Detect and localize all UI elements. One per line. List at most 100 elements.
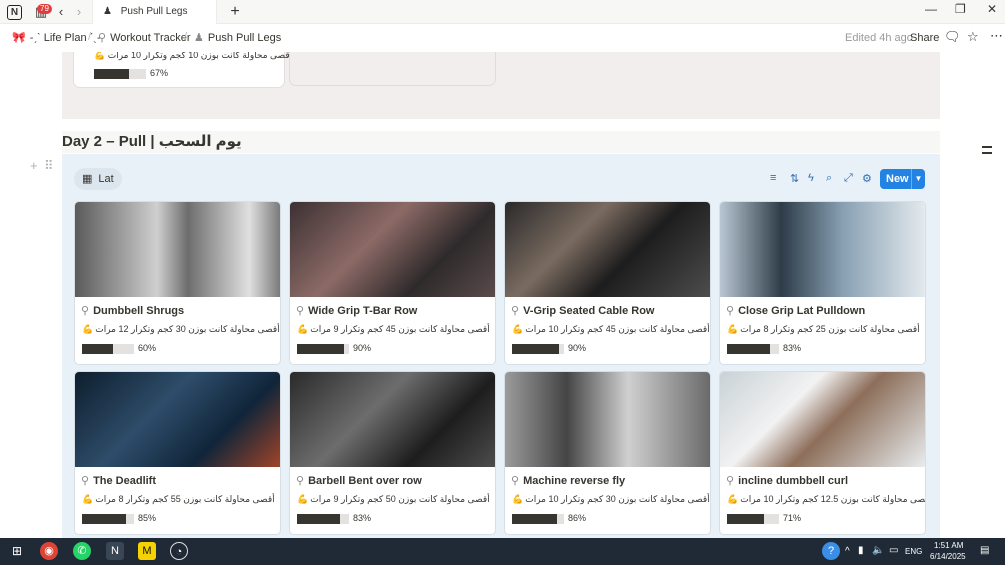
flexed-biceps-icon: 💪 [297,324,309,334]
exercise-card[interactable]: ⚲ Wide Grip T-Bar Row 💪 أقصى محاولة كانت بو… [290,202,495,364]
breadcrumb-item-workout-tracker[interactable]: ⚲ Workout Tracker [98,31,191,44]
exercise-card[interactable]: ⚲ Machine reverse fly 💪 أقصى محاولة كانت بو… [505,372,710,534]
progress-track [297,344,349,354]
clock-time[interactable]: 1:51 AM [934,541,963,550]
view-tab-label: Lat [98,173,114,185]
progress-track [297,514,349,524]
progress-bar: 71% [727,513,925,525]
add-block-icon[interactable]: + [30,158,38,173]
new-tab-button[interactable]: + [226,3,244,21]
exercise-card[interactable]: 💪 أقصى محاولة كانت بوزن 10 كجم وتكرار 10… [74,52,292,87]
progress-fill [727,514,764,524]
view-tab-lat[interactable]: ▦ Lat [74,168,122,190]
language-indicator[interactable]: ENG [905,547,922,556]
progress-bar: 60% [82,343,280,355]
exercise-cover-image [505,202,710,297]
help-icon[interactable]: ? [822,542,840,560]
exercise-card[interactable]: ⚲ V-Grip Seated Cable Row 💪 أقصى محاولة كان… [505,202,710,364]
card-note-text: أقصى محاولة كانت بوزن 30 كجم وتكرار 12 م… [95,324,280,334]
exercise-cover-image [290,372,495,467]
miro-icon[interactable]: M [138,542,156,560]
progress-fill [512,344,559,354]
chevron-down-icon[interactable]: ▼ [911,169,925,189]
whatsapp-icon[interactable]: ✆ [73,542,91,560]
progress-track [82,344,134,354]
toc-marker[interactable] [982,146,992,148]
card-title-text: V-Grip Seated Cable Row [523,305,655,317]
card-title-text: Barbell Bent over row [308,475,422,487]
windows-start-icon[interactable]: ⊞ [8,542,26,560]
exercise-card[interactable]: ⚲ Close Grip Lat Pulldown 💪 أقصى محاولة كان… [720,202,925,364]
progress-label: 71% [783,513,802,523]
progress-label: 90% [568,343,587,353]
microphone-icon[interactable]: ▮ [858,545,864,556]
exercise-cover-image [505,372,710,467]
progress-track [512,344,564,354]
expand-icon[interactable]: ⤢ [844,172,853,185]
breadcrumb-separator: / [88,31,92,43]
automation-icon[interactable]: ϟ [808,172,814,184]
settings-icon[interactable]: ⚙ [862,172,872,185]
chevron-up-icon[interactable]: ^ [845,546,850,557]
progress-track [94,69,146,79]
card-title: ⚲ Wide Grip T-Bar Row [296,304,417,317]
star-icon[interactable]: ☆ [967,29,979,45]
forward-arrow-icon[interactable]: › [70,3,88,21]
card-note: 💪 أقصى محاولة كانت بوزن 50 كجم وتكرار 9 م… [297,494,490,505]
search-icon[interactable]: ⌕ [826,172,832,185]
card-note: 💪 أقصى محاولة كانت بوزن 25 كجم وتكرار 8 م… [727,324,920,335]
card-note-text: أقصى محاولة كانت بوزن 30 كجم وتكرار 10 م… [525,494,710,504]
progress-track [727,514,779,524]
notion-logo-icon[interactable]: N [7,5,22,20]
card-title: ⚲ Barbell Bent over row [296,474,422,487]
clock-date[interactable]: 6/14/2025 [930,552,966,561]
share-button[interactable]: Share [910,32,939,44]
battery-icon[interactable]: ▭ [889,545,898,556]
tab-label: Push Pull Legs [120,6,188,17]
exercise-cover-image [75,202,280,297]
exercise-card[interactable]: ⚲ Barbell Bent over row 💪 أقصى محاولة كانت … [290,372,495,534]
close-icon[interactable]: ✕ [987,2,997,16]
obs-icon[interactable]: ◔ [170,542,188,560]
dumbbell-icon: ⚲ [81,475,90,487]
exercise-card[interactable]: ⚲ The Deadlift 💪 أقصى محاولة كانت بوزن 55 ك… [75,372,280,534]
notion-taskbar-icon[interactable]: N [106,542,124,560]
speaker-icon[interactable]: 🔈 [872,545,884,556]
exercise-card[interactable]: ⚲ incline dumbbell curl 💪 أقصى محاولة كانت … [720,372,925,534]
comment-icon[interactable]: 🗨 [944,29,961,45]
notification-center-icon[interactable]: ▤ [980,545,989,556]
progress-bar: 90% [512,343,710,355]
chrome-icon[interactable]: ◉ [40,542,58,560]
maximize-icon[interactable]: ❐ [955,2,966,16]
toc-marker[interactable] [982,152,992,154]
dumbbell-icon: ⚲ [81,305,90,317]
exercise-cover-image [290,202,495,297]
drag-handle-icon[interactable]: ⠿ [44,158,54,174]
new-button[interactable]: New ▼ [880,169,925,189]
progress-label: 83% [353,513,372,523]
empty-card[interactable] [290,52,495,85]
filter-icon[interactable]: ≡ [770,172,776,184]
exercise-card[interactable]: ⚲ Dumbbell Shrugs 💪 أقصى محاولة كانت بوزن 3… [75,202,280,364]
card-note-text: أقصى محاولة كانت بوزن 45 كجم وتكرار 10 م… [525,324,710,334]
card-note: 💪 أقصى محاولة كانت بوزن 45 كجم وتكرار 9 م… [297,324,490,335]
progress-fill [82,514,127,524]
breadcrumb-label: Push Pull Legs [207,32,282,44]
card-note-text: أقصى محاولة كانت بوزن 25 كجم وتكرار 8 مر… [740,324,920,334]
card-note: 💪 أقصى محاولة كانت بوزن 10 كجم وتكرار 10… [94,52,292,61]
breadcrumb-item-push-pull-legs[interactable]: ♟ Push Pull Legs [194,31,281,44]
taskbar: ⊞ ◉ ✆ N M ◔ ? ^ ▮ 🔈 ▭ ENG 1:51 AM 6/14/2… [0,538,1005,565]
card-note: 💪 أقصى محاولة كانت بوزن 30 كجم وتكرار 12 … [82,324,280,335]
flexed-biceps-icon: 💪 [297,494,309,504]
progress-track [82,514,134,524]
card-note-text: أقصى محاولة كانت بوزن 10 كجم وتكرار 10 م… [107,52,293,60]
card-title: ⚲ incline dumbbell curl [726,474,848,487]
minimize-icon[interactable]: — [925,2,937,16]
tab-push-pull-legs[interactable]: ♟ Push Pull Legs [92,0,217,24]
progress-fill [512,514,557,524]
back-arrow-icon[interactable]: ‹ [52,3,70,21]
dumbbell-icon: ⚲ [296,305,305,317]
card-note: 💪 أقصى محاولة كانت بوزن 12.5 كجم وتكرار 1… [727,494,925,505]
sort-icon[interactable]: ⇅ [790,172,799,185]
more-options-icon[interactable]: ⋯ [990,28,1003,44]
